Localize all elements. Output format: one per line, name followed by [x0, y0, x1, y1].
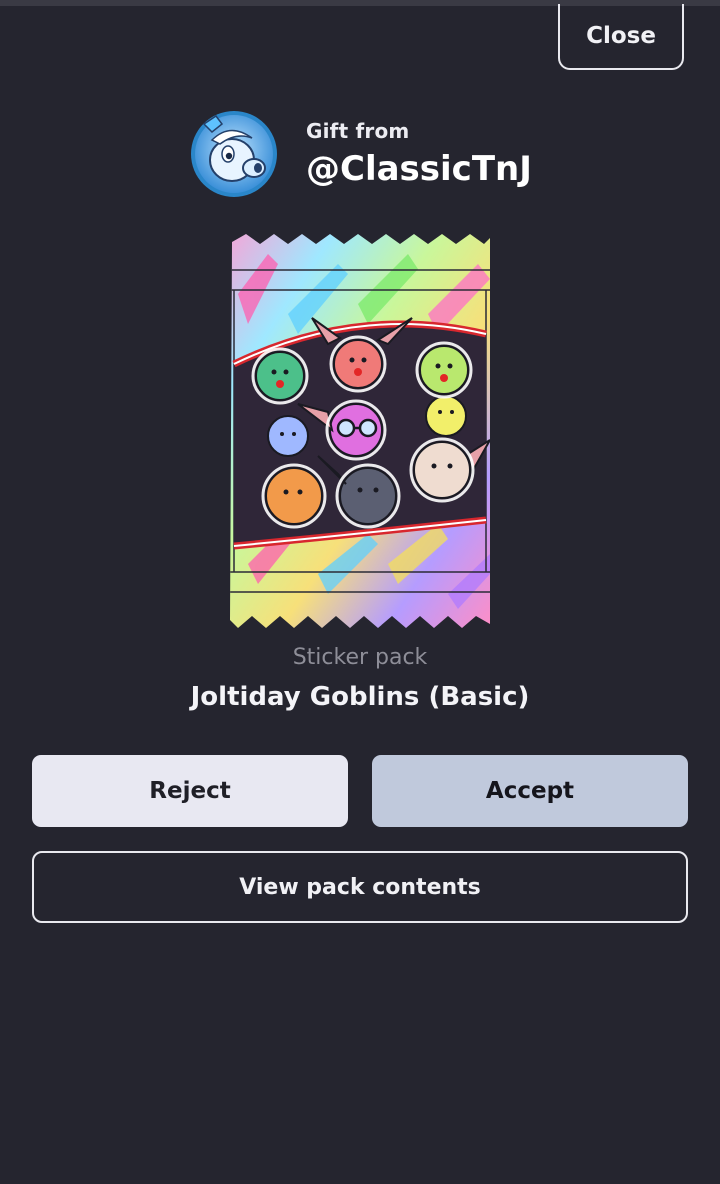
reject-button[interactable]: Reject — [32, 755, 348, 827]
sender-avatar[interactable] — [190, 110, 278, 198]
gift-text: Gift from @ClassicTnJ — [306, 119, 532, 189]
gift-header: Gift from @ClassicTnJ — [190, 108, 532, 200]
sticker-pack-image — [230, 234, 490, 628]
accept-button[interactable]: Accept — [372, 755, 688, 827]
view-pack-contents-button[interactable]: View pack contents — [32, 851, 688, 923]
sender-username[interactable]: @ClassicTnJ — [306, 149, 532, 189]
pack-type-label: Sticker pack — [292, 645, 428, 670]
pack-name: Joltiday Goblins (Basic) — [190, 682, 530, 712]
gift-from-label: Gift from — [306, 119, 410, 143]
close-button[interactable]: Close — [558, 4, 684, 70]
